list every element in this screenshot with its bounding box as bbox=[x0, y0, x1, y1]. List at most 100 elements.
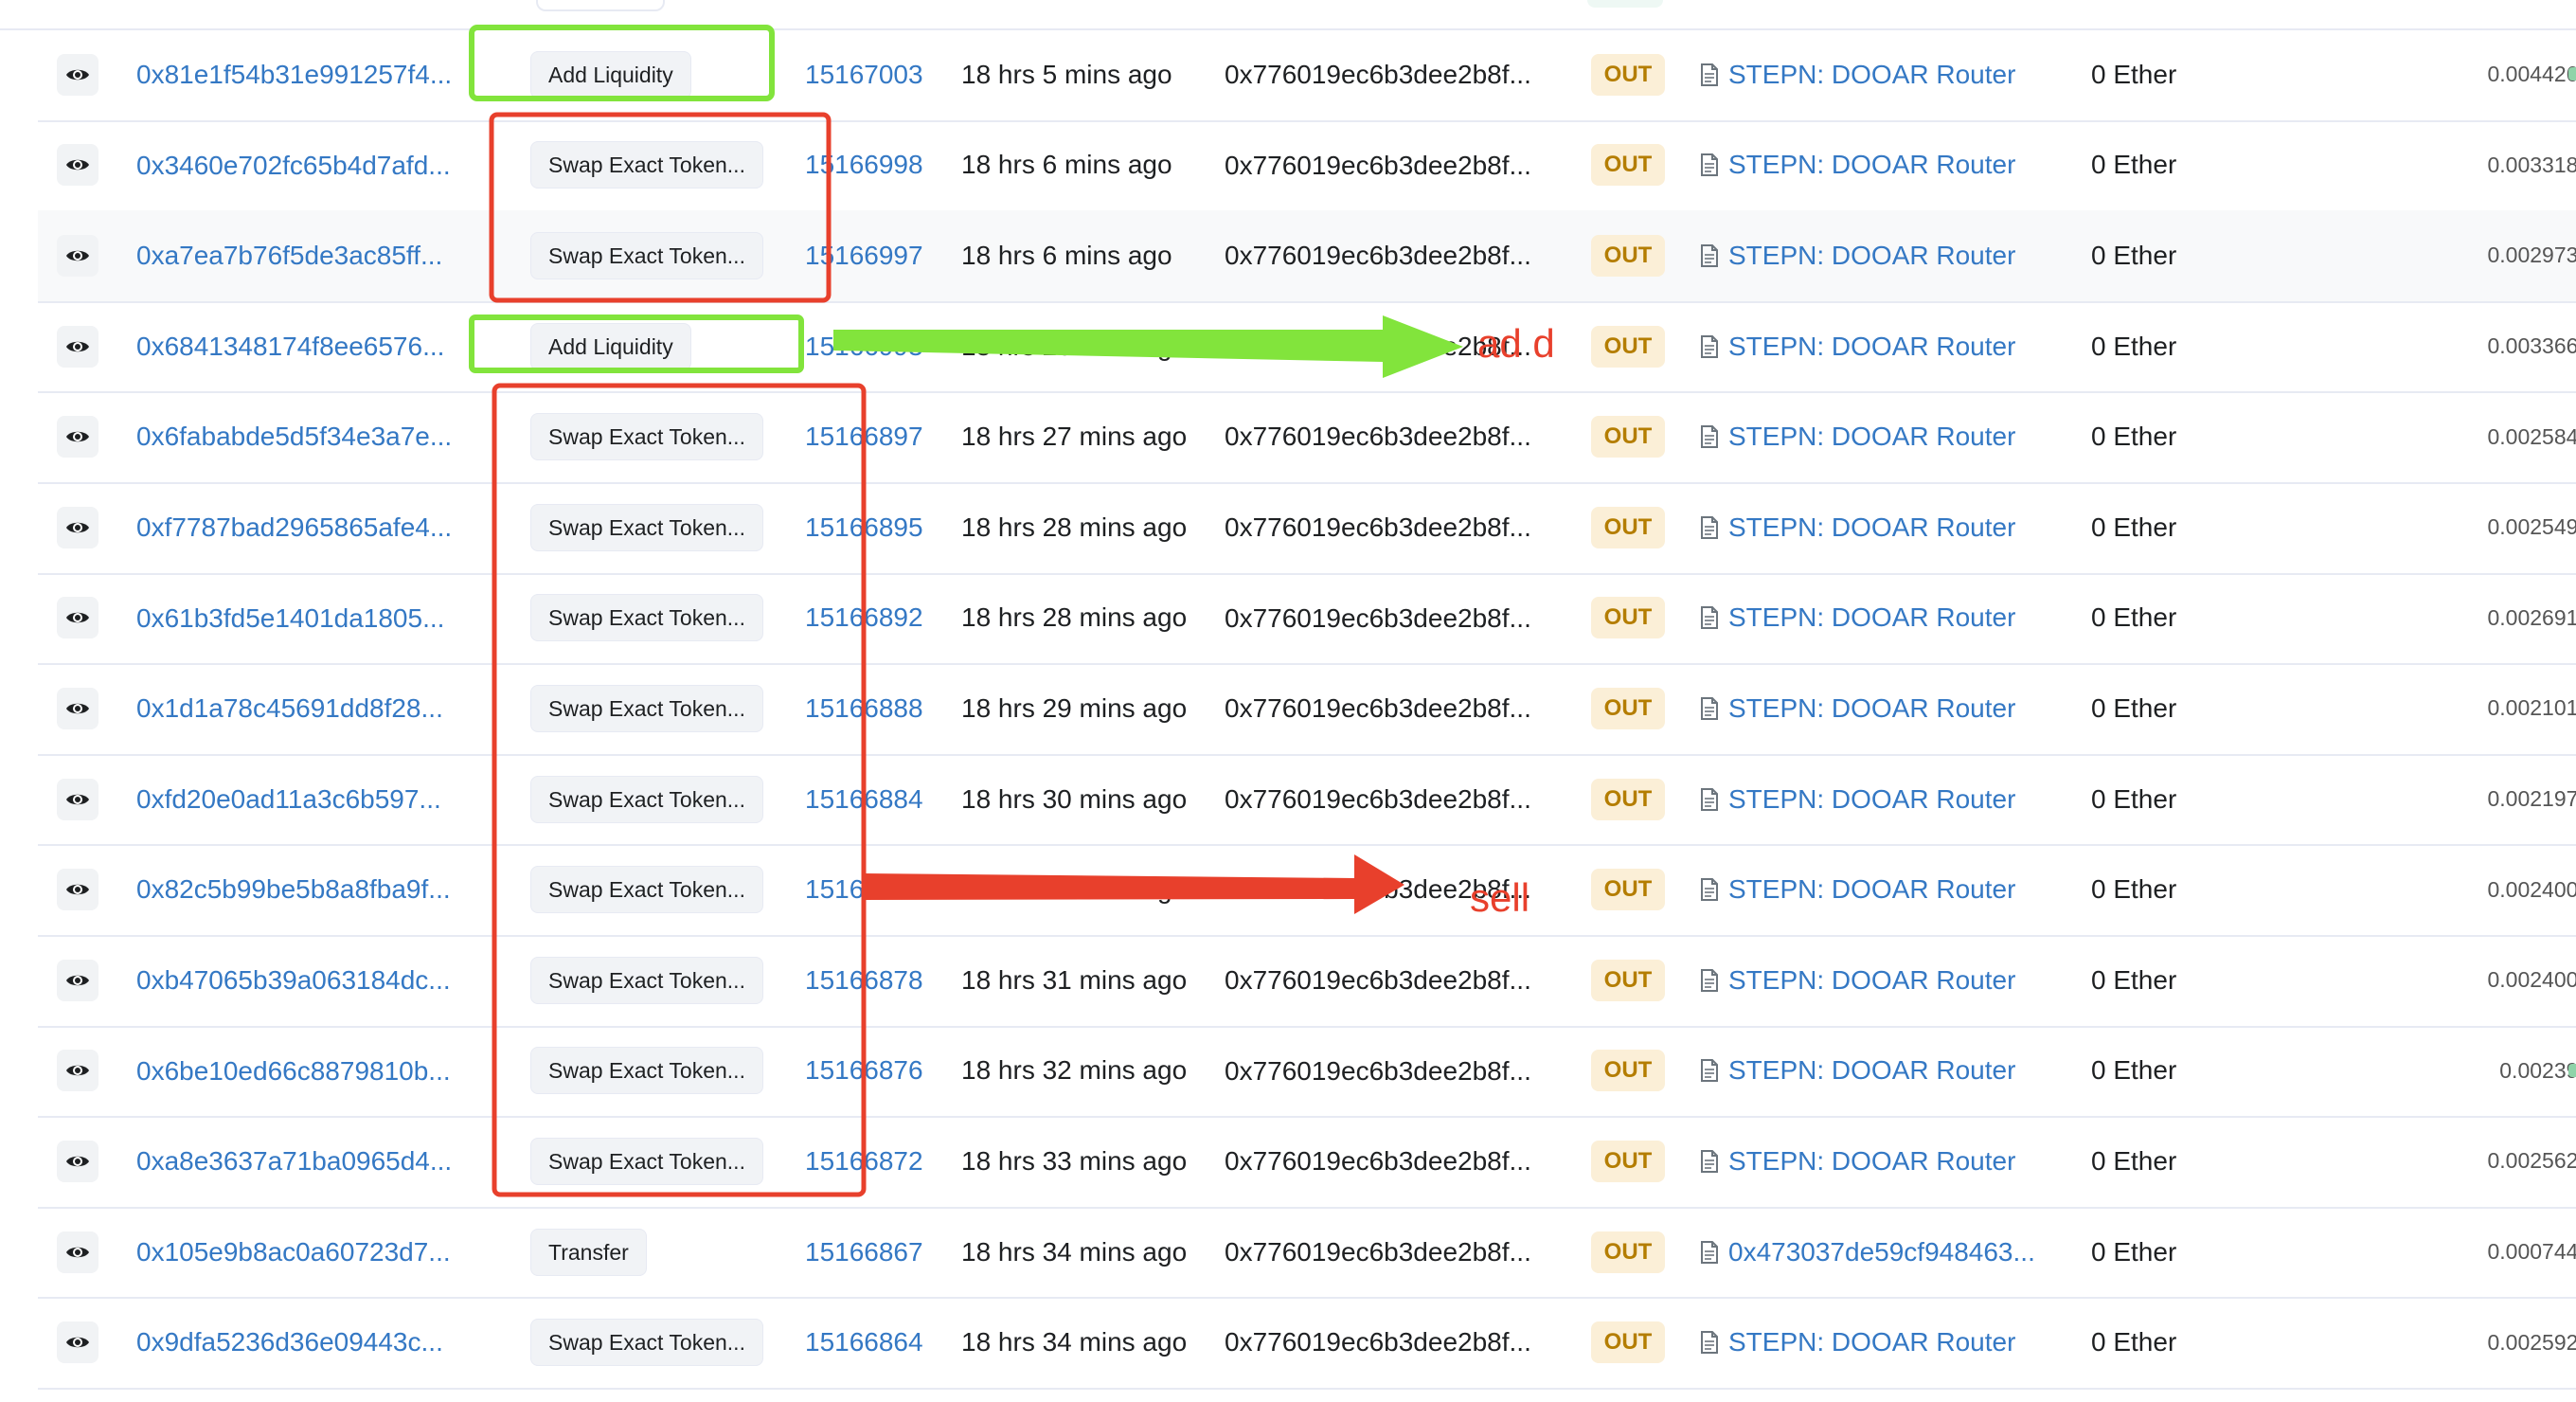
to-address-link[interactable]: STEPN: DOOAR Router bbox=[1700, 482, 2098, 573]
txn-hash-link[interactable]: 0x9dfa5236d36e09443c... bbox=[136, 1297, 496, 1388]
view-details-cell bbox=[57, 935, 98, 1026]
txn-hash-link[interactable]: 0x6841348174f8ee6576... bbox=[136, 301, 496, 392]
to-address-link[interactable]: STEPN: DOOAR Router bbox=[1700, 29, 2098, 120]
block-link[interactable]: 15166993 bbox=[805, 301, 966, 392]
block-link[interactable]: 15166864 bbox=[805, 1297, 966, 1388]
from-address[interactable]: 0x776019ec6b3dee2b8f... bbox=[1225, 1297, 1584, 1388]
method-badge[interactable]: Swap Exact Token... bbox=[530, 775, 763, 823]
block-link[interactable]: 15167003 bbox=[805, 29, 966, 120]
view-details-button[interactable] bbox=[57, 416, 98, 458]
to-address-link[interactable]: STEPN: DOOAR Router bbox=[1700, 935, 2098, 1026]
method-cell: Swap Exact Token... bbox=[530, 1116, 814, 1207]
from-address[interactable]: 0x776019ec6b3dee2b8f... bbox=[1225, 1026, 1584, 1117]
view-details-button[interactable] bbox=[57, 687, 98, 729]
from-address[interactable]: 0x776019ec6b3dee2b8f... bbox=[1225, 29, 1584, 120]
from-address[interactable]: 0x776019ec6b3dee2b8f... bbox=[1225, 663, 1584, 754]
view-details-button[interactable] bbox=[57, 869, 98, 911]
to-address-link[interactable]: STEPN: DOOAR Router bbox=[1700, 1026, 2098, 1117]
block-link[interactable]: 15166888 bbox=[805, 663, 966, 754]
block-link[interactable]: 15166884 bbox=[805, 754, 966, 845]
method-badge[interactable]: Swap Exact Token... bbox=[530, 684, 763, 732]
to-address-link[interactable]: STEPN: DOOAR Router bbox=[1700, 120, 2098, 211]
method-badge[interactable]: Add Liquidity bbox=[530, 50, 691, 99]
txn-hash-link[interactable]: 0x82c5b99be5b8a8fba9f... bbox=[136, 844, 496, 935]
txn-hash-link[interactable]: 0xb47065b39a063184dc... bbox=[136, 935, 496, 1026]
method-badge[interactable]: Transfer bbox=[530, 1228, 647, 1276]
txn-hash-link[interactable]: 0x61b3fd5e1401da1805... bbox=[136, 573, 496, 664]
table-row: 0x105e9b8ac0a60723d7... Transfer 1516686… bbox=[38, 1207, 2576, 1300]
view-details-button[interactable] bbox=[57, 144, 98, 187]
direction-badge: OUT bbox=[1590, 778, 1666, 820]
from-address[interactable]: 0x776019ec6b3dee2b8f... bbox=[1225, 482, 1584, 573]
view-details-button[interactable] bbox=[57, 959, 98, 1001]
view-details-button[interactable] bbox=[57, 597, 98, 639]
view-details-button[interactable] bbox=[57, 506, 98, 548]
from-address[interactable]: 0x776019ec6b3dee2b8f... bbox=[1225, 120, 1584, 211]
txn-hash-link[interactable]: 0xfd20e0ad11a3c6b597... bbox=[136, 754, 496, 845]
method-badge[interactable]: Swap Exact Token... bbox=[530, 231, 763, 279]
block-link[interactable]: 15166878 bbox=[805, 844, 966, 935]
from-address[interactable]: 0x776019ec6b3dee2b8f... bbox=[1225, 573, 1584, 664]
txn-hash-link[interactable]: 0x3460e702fc65b4d7afd... bbox=[136, 120, 496, 211]
age-text: 18 hrs 6 mins ago bbox=[961, 150, 1172, 180]
txn-hash-link[interactable]: 0xf7787bad2965865afe4... bbox=[136, 482, 496, 573]
from-address[interactable]: 0x776019ec6b3dee2b8f... bbox=[1225, 1116, 1584, 1207]
block-link[interactable]: 15166997 bbox=[805, 210, 966, 301]
block-link[interactable]: 15166876 bbox=[805, 1026, 966, 1117]
to-address-link[interactable]: STEPN: DOOAR Router bbox=[1700, 754, 2098, 845]
from-address[interactable]: 0x776019ec6b3dee2b8f... bbox=[1225, 391, 1584, 482]
view-details-button[interactable] bbox=[57, 325, 98, 368]
view-details-button[interactable] bbox=[57, 1231, 98, 1273]
to-address-link[interactable]: STEPN: DOOAR Router bbox=[1700, 391, 2098, 482]
from-address[interactable]: 0x776019ec6b3dee2b8f... bbox=[1225, 844, 1584, 935]
method-badge[interactable]: Swap Exact Token... bbox=[530, 503, 763, 551]
to-address-link[interactable]: STEPN: DOOAR Router bbox=[1700, 1116, 2098, 1207]
to-address-link[interactable]: STEPN: DOOAR Router bbox=[1700, 301, 2098, 392]
table-row: 0x81e1f54b31e991257f4... Add Liquidity 1… bbox=[38, 29, 2576, 122]
to-address-link[interactable]: 0x473037de59cf948463... bbox=[1700, 1207, 2098, 1298]
view-details-cell bbox=[57, 1207, 98, 1298]
from-address[interactable]: 0x776019ec6b3dee2b8f... bbox=[1225, 301, 1584, 392]
txn-hash-link[interactable]: 0x81e1f54b31e991257f4... bbox=[136, 29, 496, 120]
view-details-button[interactable] bbox=[57, 234, 98, 277]
from-address[interactable]: 0x776019ec6b3dee2b8f... bbox=[1225, 210, 1584, 301]
view-details-button[interactable] bbox=[57, 778, 98, 820]
txn-fee-text: 0.00258476 bbox=[2487, 423, 2576, 449]
direction-badge: OUT bbox=[1590, 1050, 1666, 1092]
method-badge[interactable]: Swap Exact Token... bbox=[530, 594, 763, 642]
method-badge[interactable]: Add Liquidity bbox=[530, 322, 691, 370]
from-address[interactable]: 0x776019ec6b3dee2b8f... bbox=[1225, 754, 1584, 845]
view-details-button[interactable] bbox=[57, 1321, 98, 1364]
to-address-link[interactable]: STEPN: DOOAR Router bbox=[1700, 1297, 2098, 1388]
from-address[interactable]: 0x776019ec6b3dee2b8f... bbox=[1225, 935, 1584, 1026]
view-details-button[interactable] bbox=[57, 1140, 98, 1182]
method-badge[interactable]: Swap Exact Token... bbox=[530, 1137, 763, 1185]
block-link[interactable]: 15166872 bbox=[805, 1116, 966, 1207]
block-link[interactable]: 15166998 bbox=[805, 120, 966, 211]
to-address-link[interactable]: STEPN: DOOAR Router bbox=[1700, 210, 2098, 301]
method-badge[interactable]: Swap Exact Token... bbox=[530, 866, 763, 914]
block-link[interactable]: 15166897 bbox=[805, 391, 966, 482]
txn-hash-link[interactable]: 0x1d1a78c45691dd8f28... bbox=[136, 663, 496, 754]
txn-hash-link[interactable]: 0xa7ea7b76f5de3ac85ff... bbox=[136, 210, 496, 301]
method-badge[interactable]: Swap Exact Token... bbox=[530, 1319, 763, 1367]
block-link[interactable]: 15166895 bbox=[805, 482, 966, 573]
block-link[interactable]: 15166867 bbox=[805, 1207, 966, 1298]
txn-hash-link[interactable]: 0x6fababde5d5f34e3a7e... bbox=[136, 391, 496, 482]
method-badge[interactable]: Swap Exact Token... bbox=[530, 413, 763, 461]
direction-cell: OUT bbox=[1585, 1026, 1671, 1117]
method-badge[interactable]: Swap Exact Token... bbox=[530, 1047, 763, 1095]
method-badge[interactable]: Swap Exact Token... bbox=[530, 141, 763, 189]
block-link[interactable]: 15166878 bbox=[805, 935, 966, 1026]
from-address[interactable]: 0x776019ec6b3dee2b8f... bbox=[1225, 1207, 1584, 1298]
to-address-link[interactable]: STEPN: DOOAR Router bbox=[1700, 663, 2098, 754]
txn-hash-link[interactable]: 0x105e9b8ac0a60723d7... bbox=[136, 1207, 496, 1298]
to-address-link[interactable]: STEPN: DOOAR Router bbox=[1700, 573, 2098, 664]
txn-hash-link[interactable]: 0xa8e3637a71ba0965d4... bbox=[136, 1116, 496, 1207]
view-details-button[interactable] bbox=[57, 1050, 98, 1092]
to-address-link[interactable]: STEPN: DOOAR Router bbox=[1700, 844, 2098, 935]
block-link[interactable]: 15166892 bbox=[805, 573, 966, 664]
view-details-button[interactable] bbox=[57, 53, 98, 96]
txn-hash-link[interactable]: 0x6be10ed66c8879810b... bbox=[136, 1026, 496, 1117]
method-badge[interactable]: Swap Exact Token... bbox=[530, 956, 763, 1004]
